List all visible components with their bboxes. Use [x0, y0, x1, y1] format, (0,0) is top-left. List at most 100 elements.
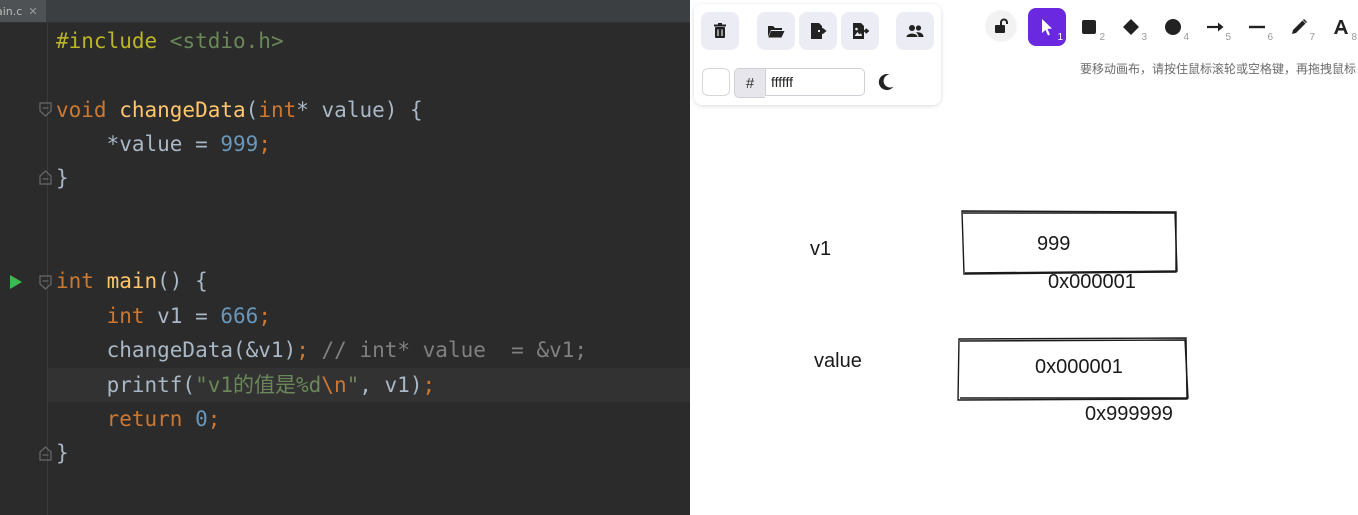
- circle-icon: [1165, 19, 1181, 35]
- value-address: 0x999999: [1085, 403, 1173, 425]
- code-token: * value) {: [296, 97, 423, 122]
- value-label: value: [814, 350, 862, 372]
- code-token: 666: [220, 303, 259, 328]
- code-editor[interactable]: ain.c ✕ #include <stdio.h> void changeDat…: [0, 0, 690, 515]
- selection-tool[interactable]: 1: [1028, 8, 1066, 46]
- v1-label: v1: [810, 238, 832, 260]
- folder-open-icon: [768, 26, 785, 38]
- code-line[interactable]: void changeData(int* value) {: [56, 93, 423, 127]
- code-line[interactable]: *value = 999;: [56, 127, 271, 161]
- code-token: (: [245, 97, 259, 122]
- fold-close-icon[interactable]: [39, 170, 52, 185]
- line-tool[interactable]: 6: [1238, 8, 1276, 46]
- code-token: <stdio.h>: [169, 29, 284, 53]
- tool-shortcut-number: 4: [1183, 32, 1189, 43]
- draw-tool[interactable]: 7: [1280, 8, 1318, 46]
- canvas-pan-hint: 要移动画布，请按住鼠标滚轮或空格键，再拖拽鼠标: [1079, 62, 1356, 76]
- save-button[interactable]: [799, 12, 837, 50]
- code-token: 0: [195, 406, 208, 431]
- code-token: }: [56, 441, 69, 466]
- tool-shortcut-number: 7: [1309, 32, 1315, 43]
- code-token: ;: [296, 338, 322, 363]
- code-token: main: [106, 269, 158, 294]
- code-token: #include: [56, 29, 170, 53]
- pencil-icon: [1292, 18, 1308, 34]
- square-icon: [1082, 20, 1096, 34]
- whiteboard[interactable]: # 1 2 3 4 5 6 7 8 要移动画布，请按住鼠标滚轮或空格键，再拖拽鼠…: [690, 0, 1358, 515]
- code-token: ;: [258, 132, 271, 157]
- tool-shortcut-number: 1: [1057, 32, 1063, 43]
- v1-address: 0x000001: [1048, 271, 1136, 293]
- arrow-icon: [1207, 22, 1224, 32]
- trash-icon: [714, 23, 726, 38]
- code-line[interactable]: int v1 = 666;: [56, 299, 271, 333]
- code-token: \n: [321, 372, 347, 397]
- v1-value: 999: [1037, 233, 1071, 255]
- code-token: return: [106, 406, 196, 431]
- code-token: // int* value = &v1;: [321, 338, 588, 363]
- unlock-icon: [995, 18, 1008, 33]
- delete-button[interactable]: [701, 12, 739, 50]
- code-token: ": [346, 372, 360, 397]
- file-export-icon: [811, 23, 827, 39]
- code-token: }: [56, 166, 69, 191]
- file-tab-label: ain.c: [0, 4, 23, 18]
- tool-shortcut-number: 3: [1141, 32, 1147, 43]
- diamond-tool[interactable]: 3: [1112, 8, 1150, 46]
- run-icon[interactable]: [9, 274, 23, 290]
- code-token: int: [106, 303, 158, 328]
- code-line[interactable]: return 0;: [56, 402, 221, 436]
- code-token: v1 =: [157, 303, 221, 328]
- code-token: int: [258, 97, 297, 122]
- code-token: *value =: [56, 132, 221, 157]
- code-token: 999: [220, 132, 259, 157]
- code-token: void: [56, 97, 120, 122]
- ellipse-tool[interactable]: 4: [1154, 8, 1192, 46]
- code-token: ;: [422, 372, 436, 397]
- diamond-icon: [1123, 19, 1139, 35]
- background-color-input[interactable]: [765, 68, 865, 96]
- code-line[interactable]: }: [56, 161, 69, 195]
- file-tab-main-c[interactable]: ain.c ✕: [0, 0, 46, 22]
- code-token: int: [56, 269, 107, 294]
- fold-open-icon[interactable]: [39, 102, 52, 117]
- tool-shortcut-number: 2: [1099, 32, 1105, 43]
- tool-shortcut-number: 6: [1267, 32, 1273, 43]
- background-color-swatch[interactable]: [702, 68, 730, 96]
- arrow-tool[interactable]: 5: [1196, 8, 1234, 46]
- code-line[interactable]: }: [56, 436, 69, 470]
- image-export-icon: [853, 23, 869, 39]
- value-value: 0x000001: [1035, 356, 1123, 378]
- code-line[interactable]: changeData(&v1); // int* value = &v1;: [56, 333, 587, 367]
- code-token: ;: [207, 406, 221, 431]
- lock-button[interactable]: [986, 11, 1016, 41]
- code-line[interactable]: #include <stdio.h>: [56, 24, 284, 58]
- code-token: ;: [258, 303, 271, 328]
- code-token: changeData: [119, 97, 246, 122]
- open-button[interactable]: [757, 12, 795, 50]
- fold-open-icon[interactable]: [39, 275, 52, 290]
- code-token: printf(: [56, 372, 196, 397]
- cursor-icon: [1042, 19, 1052, 36]
- gutter-divider: [47, 23, 48, 515]
- tool-shortcut-number: 8: [1351, 32, 1357, 43]
- rectangle-tool[interactable]: 2: [1070, 8, 1108, 46]
- color-hash-label: #: [734, 68, 765, 98]
- text-icon: [1334, 20, 1348, 34]
- editor-tab-bar: ain.c ✕: [0, 0, 690, 23]
- close-tab-icon[interactable]: ✕: [28, 5, 37, 18]
- text-tool[interactable]: 8: [1322, 8, 1358, 46]
- side-panel: #: [694, 4, 941, 105]
- collaboration-button[interactable]: [896, 12, 934, 50]
- code-token: changeData(&v1): [56, 338, 297, 363]
- code-line[interactable]: int main() {: [56, 264, 208, 298]
- export-image-button[interactable]: [841, 12, 879, 50]
- line-icon: [1249, 25, 1265, 29]
- users-icon: [906, 25, 924, 37]
- code-token: , v1): [359, 372, 423, 397]
- dark-mode-toggle-icon[interactable]: [875, 71, 897, 93]
- code-line[interactable]: printf("v1的值是%d\n", v1);: [56, 368, 436, 402]
- fold-close-icon[interactable]: [39, 446, 52, 461]
